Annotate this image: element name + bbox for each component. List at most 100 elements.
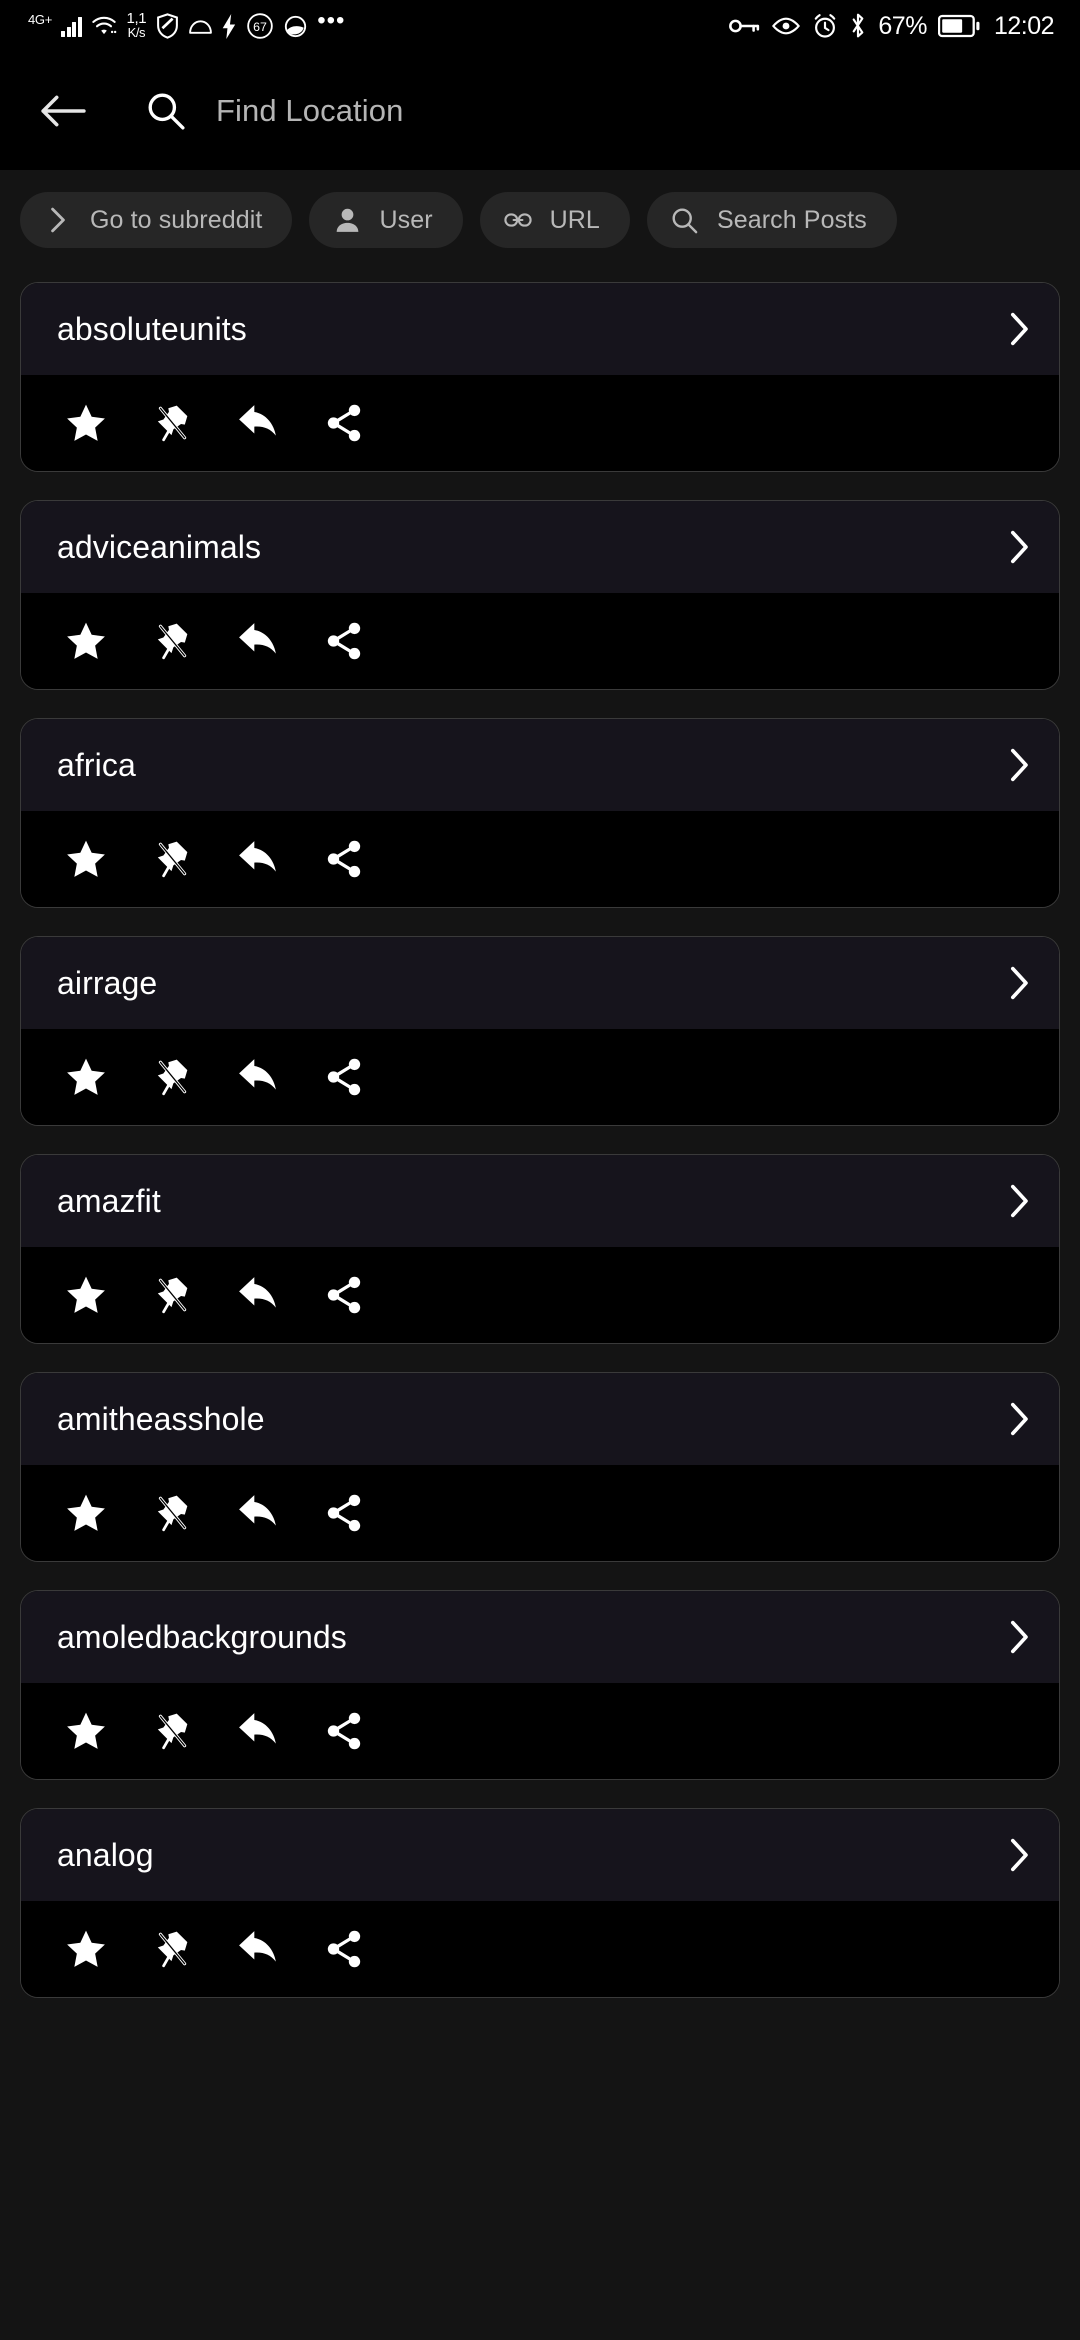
- subreddit-card-header[interactable]: amoledbackgrounds: [21, 1591, 1059, 1683]
- filter-chip-row: Go to subreddit User URL Search Posts: [20, 192, 1060, 248]
- search-icon: [138, 83, 194, 139]
- share-icon[interactable]: [313, 1700, 375, 1762]
- subreddit-card-header[interactable]: absoluteunits: [21, 283, 1059, 375]
- link-icon: [503, 210, 532, 230]
- person-icon: [333, 207, 361, 233]
- content-area: Go to subreddit User URL Search Posts ab…: [0, 170, 1080, 2340]
- subreddit-name: amoledbackgrounds: [57, 1618, 347, 1655]
- subreddit-name: amitheasshole: [57, 1400, 265, 1437]
- chevron-right-icon: [44, 207, 72, 233]
- subreddit-name: analog: [57, 1836, 154, 1873]
- key-icon: [728, 16, 760, 36]
- subreddit-card[interactable]: amazfit: [20, 1154, 1060, 1344]
- chip-url[interactable]: URL: [479, 192, 630, 248]
- subreddit-card-header[interactable]: amitheasshole: [21, 1373, 1059, 1465]
- signal-bars-icon: [61, 15, 82, 37]
- pin-off-icon[interactable]: [141, 1700, 203, 1762]
- subreddit-card[interactable]: africa: [20, 718, 1060, 908]
- favorite-star-icon[interactable]: [55, 610, 117, 672]
- bluetooth-icon: [849, 12, 867, 40]
- search-input[interactable]: [216, 93, 1080, 129]
- share-icon[interactable]: [313, 1046, 375, 1108]
- share-icon[interactable]: [313, 610, 375, 672]
- status-bar-left: 4G+ 1,1 K/s 67 •••: [28, 7, 346, 40]
- subreddit-card-actions: [21, 375, 1059, 471]
- status-bar: 4G+ 1,1 K/s 67 ••• 67% 12:02: [0, 0, 1080, 52]
- chevron-right-icon[interactable]: [1009, 1183, 1031, 1219]
- subreddit-name: adviceanimals: [57, 528, 262, 565]
- subreddit-card[interactable]: airrage: [20, 936, 1060, 1126]
- alarm-clock-icon: [812, 13, 838, 39]
- chip-go-to-subreddit[interactable]: Go to subreddit: [20, 192, 293, 248]
- subreddit-card-header[interactable]: airrage: [21, 937, 1059, 1029]
- status-bar-right: 67% 12:02: [728, 11, 1055, 41]
- subreddit-card[interactable]: absoluteunits: [20, 282, 1060, 472]
- favorite-star-icon[interactable]: [55, 828, 117, 890]
- battery-percent-label: 67%: [878, 11, 927, 40]
- chip-label: User: [379, 205, 433, 234]
- reply-arrow-icon[interactable]: [227, 392, 289, 454]
- subreddit-card-actions: [21, 1465, 1059, 1561]
- badge-count-icon: 67: [246, 12, 274, 40]
- share-icon[interactable]: [313, 1482, 375, 1544]
- share-icon[interactable]: [313, 828, 375, 890]
- subreddit-card-actions: [21, 811, 1059, 907]
- share-icon[interactable]: [313, 392, 375, 454]
- subreddit-card-actions: [21, 1683, 1059, 1779]
- subreddit-card-header[interactable]: analog: [21, 1809, 1059, 1901]
- subreddit-card-actions: [21, 1029, 1059, 1125]
- pin-off-icon[interactable]: [141, 610, 203, 672]
- subreddit-card-header[interactable]: africa: [21, 719, 1059, 811]
- subreddit-list: absoluteunits adviceanimals africa airra…: [20, 282, 1060, 1998]
- reply-arrow-icon[interactable]: [227, 1264, 289, 1326]
- subreddit-card-header[interactable]: adviceanimals: [21, 501, 1059, 593]
- reply-arrow-icon[interactable]: [227, 1046, 289, 1108]
- reply-arrow-icon[interactable]: [227, 1482, 289, 1544]
- chevron-right-icon[interactable]: [1009, 1619, 1031, 1655]
- chevron-right-icon[interactable]: [1009, 1837, 1031, 1873]
- chip-search-posts[interactable]: Search Posts: [646, 192, 897, 248]
- subreddit-name: airrage: [57, 964, 158, 1001]
- chip-user[interactable]: User: [309, 192, 463, 248]
- favorite-star-icon[interactable]: [55, 1700, 117, 1762]
- chevron-right-icon[interactable]: [1009, 965, 1031, 1001]
- subreddit-card[interactable]: analog: [20, 1808, 1060, 1998]
- subreddit-card-actions: [21, 593, 1059, 689]
- share-icon[interactable]: [313, 1264, 375, 1326]
- eye-icon: [771, 16, 801, 36]
- favorite-star-icon[interactable]: [55, 1264, 117, 1326]
- reply-arrow-icon[interactable]: [227, 1700, 289, 1762]
- favorite-star-icon[interactable]: [55, 392, 117, 454]
- subreddit-card-header[interactable]: amazfit: [21, 1155, 1059, 1247]
- pin-off-icon[interactable]: [141, 1046, 203, 1108]
- chevron-right-icon[interactable]: [1009, 1401, 1031, 1437]
- favorite-star-icon[interactable]: [55, 1482, 117, 1544]
- favorite-star-icon[interactable]: [55, 1918, 117, 1980]
- subreddit-card[interactable]: amoledbackgrounds: [20, 1590, 1060, 1780]
- subreddit-card[interactable]: adviceanimals: [20, 500, 1060, 690]
- pin-off-icon[interactable]: [141, 392, 203, 454]
- pin-off-icon[interactable]: [141, 828, 203, 890]
- search-toolbar: [0, 52, 1080, 170]
- chevron-right-icon[interactable]: [1009, 529, 1031, 565]
- vpn-shield-icon: [156, 13, 179, 39]
- back-arrow-icon[interactable]: [34, 82, 92, 140]
- share-icon[interactable]: [313, 1918, 375, 1980]
- clock-label: 12:02: [993, 11, 1055, 40]
- subreddit-name: absoluteunits: [57, 310, 247, 347]
- pin-off-icon[interactable]: [141, 1918, 203, 1980]
- reply-arrow-icon[interactable]: [227, 1918, 289, 1980]
- chevron-right-icon[interactable]: [1009, 311, 1031, 347]
- svg-text:67: 67: [253, 20, 267, 34]
- reply-arrow-icon[interactable]: [227, 610, 289, 672]
- search-icon: [671, 207, 699, 234]
- favorite-star-icon[interactable]: [55, 1046, 117, 1108]
- chip-label: Go to subreddit: [90, 205, 263, 234]
- subreddit-card[interactable]: amitheasshole: [20, 1372, 1060, 1562]
- chevron-right-icon[interactable]: [1009, 747, 1031, 783]
- more-dots-icon: •••: [317, 7, 346, 34]
- reply-arrow-icon[interactable]: [227, 828, 289, 890]
- pin-off-icon[interactable]: [141, 1264, 203, 1326]
- cloud-icon: [188, 16, 213, 36]
- pin-off-icon[interactable]: [141, 1482, 203, 1544]
